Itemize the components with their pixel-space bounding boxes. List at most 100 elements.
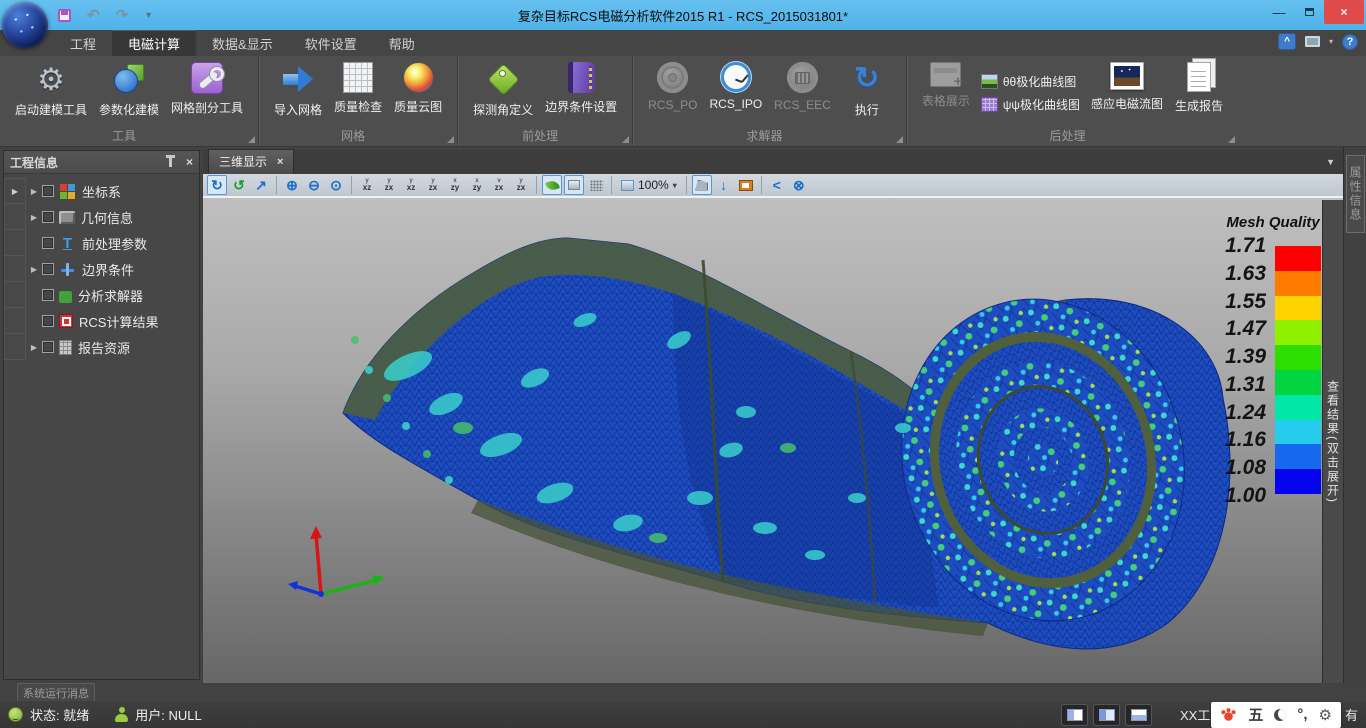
zoom-out-icon[interactable]: ⊖ bbox=[304, 175, 324, 195]
view-left-icon[interactable]: yxz bbox=[401, 175, 421, 195]
tree-checkbox[interactable] bbox=[42, 211, 54, 223]
psi-polarization-curve-button[interactable]: ψψ极化曲线图 bbox=[981, 96, 1080, 113]
menu-tab-data-display[interactable]: 数据&显示 bbox=[196, 30, 289, 56]
share-icon[interactable]: < bbox=[767, 175, 787, 195]
ribbon-group-expand-icon[interactable] bbox=[896, 136, 903, 143]
view-back-icon[interactable]: yzx bbox=[379, 175, 399, 195]
close-view-icon[interactable]: ⊗ bbox=[789, 175, 809, 195]
rotate-icon[interactable]: ↻ bbox=[207, 175, 227, 195]
ribbon-group-expand-icon[interactable] bbox=[248, 136, 255, 143]
panel-close-icon[interactable]: × bbox=[186, 155, 193, 169]
view-iso2-icon[interactable]: yzx bbox=[511, 175, 531, 195]
ribbon-group-expand-icon[interactable] bbox=[1228, 136, 1235, 143]
smooth-shading-icon[interactable] bbox=[542, 175, 562, 195]
system-messages-tab[interactable]: 系统运行消息 bbox=[17, 683, 95, 701]
results-collapsed-panel[interactable]: 查看结果(双击展开) bbox=[1322, 200, 1343, 683]
wubi-label[interactable]: 五 bbox=[1248, 704, 1263, 725]
punctuation-label[interactable]: °, bbox=[1297, 706, 1307, 723]
parametric-modeling-button[interactable]: 参数化建模 bbox=[94, 60, 164, 126]
tree-checkbox[interactable] bbox=[42, 315, 54, 327]
tree-checkbox[interactable] bbox=[42, 237, 54, 249]
legend-color-band bbox=[1275, 271, 1321, 296]
view-right-icon[interactable]: yzx bbox=[423, 175, 443, 195]
ribbon-group-expand-icon[interactable] bbox=[622, 136, 629, 143]
3d-canvas[interactable]: Mesh Quality 1.711.631.551.471.391.311.2… bbox=[203, 198, 1343, 683]
zoom-in-icon[interactable]: ⊕ bbox=[282, 175, 302, 195]
view-iso1-icon[interactable]: vzx bbox=[489, 175, 509, 195]
tree-checkbox[interactable] bbox=[42, 289, 54, 301]
help-icon[interactable]: ? bbox=[1342, 34, 1358, 50]
zoom-level-display[interactable]: 100%▾ bbox=[617, 175, 681, 195]
meshing-tool-button[interactable]: 网格剖分工具 bbox=[166, 60, 248, 126]
menu-tab-software-settings[interactable]: 软件设置 bbox=[289, 30, 373, 56]
tree-checkbox[interactable] bbox=[42, 185, 54, 197]
slides-icon[interactable] bbox=[736, 175, 756, 195]
wireframe-dots-icon[interactable] bbox=[586, 175, 606, 195]
ime-toolbar[interactable]: 五 °, ⚙ bbox=[1211, 702, 1341, 728]
undo-icon[interactable]: ↶ bbox=[87, 8, 100, 23]
tree-item-rcs-results[interactable]: RCS计算结果 bbox=[4, 308, 199, 334]
tree-item-preprocess-params[interactable]: 前处理参数 bbox=[4, 230, 199, 256]
expand-arrow-icon[interactable]: ▶ bbox=[26, 265, 42, 274]
restore-button[interactable] bbox=[1294, 0, 1324, 24]
pin-icon[interactable] bbox=[169, 158, 172, 167]
orbit-icon[interactable]: ↺ bbox=[229, 175, 249, 195]
tree-checkbox[interactable] bbox=[42, 341, 54, 353]
quality-cloud-button[interactable]: 质量云图 bbox=[389, 60, 447, 126]
induced-current-map-button[interactable]: 感应电磁流图 bbox=[1086, 60, 1168, 126]
generate-report-button[interactable]: 生成报告 bbox=[1170, 60, 1228, 126]
screenshot-down-icon[interactable]: ↓ bbox=[714, 175, 734, 195]
legend-color-band bbox=[1275, 345, 1321, 370]
boundary-condition-setting-button[interactable]: 边界条件设置 bbox=[540, 60, 622, 126]
tree-checkbox[interactable] bbox=[42, 263, 54, 275]
tree-item-analysis-solver[interactable]: 分析求解器 bbox=[4, 282, 199, 308]
view-front-icon[interactable]: yxz bbox=[357, 175, 377, 195]
menu-tab-em-compute[interactable]: 电磁计算 bbox=[112, 30, 196, 56]
title-bar[interactable]: ↶ ↷ ▼ 复杂目标RCS电磁分析软件2015 R1 - RCS_2015031… bbox=[0, 0, 1366, 30]
viewport-tab-3d-display[interactable]: 三维显示 × bbox=[208, 149, 294, 174]
theta-polarization-curve-button[interactable]: θθ极化曲线图 bbox=[981, 73, 1080, 90]
tree-item-coordinate-system[interactable]: ▶▶坐标系 bbox=[4, 178, 199, 204]
collapse-ribbon-icon[interactable]: ^ bbox=[1278, 33, 1296, 50]
import-mesh-button[interactable]: 导入网格 bbox=[269, 60, 327, 126]
rcs-ipo-button[interactable]: RCS_IPO bbox=[704, 60, 767, 126]
tree-item-geometry-info[interactable]: ▶几何信息 bbox=[4, 204, 199, 230]
window-style-icon[interactable] bbox=[1305, 36, 1320, 47]
layout-left-icon[interactable] bbox=[1061, 704, 1088, 726]
view-bottom-icon[interactable]: xzy bbox=[467, 175, 487, 195]
qat-dropdown-icon[interactable]: ▼ bbox=[144, 10, 153, 20]
viewport-tab-close-icon[interactable]: × bbox=[277, 156, 283, 168]
sogou-paw-icon[interactable] bbox=[1220, 706, 1237, 723]
quality-check-button[interactable]: 质量检查 bbox=[329, 60, 387, 126]
mesh-model[interactable] bbox=[203, 198, 1322, 683]
flat-shading-icon[interactable] bbox=[564, 175, 584, 195]
layout-bottom-icon[interactable] bbox=[1125, 704, 1152, 726]
property-info-tab[interactable]: 属性信息 bbox=[1346, 155, 1365, 233]
zoom-level-dropdown-icon[interactable]: ▾ bbox=[673, 181, 677, 190]
zoom-fit-icon[interactable]: ⊙ bbox=[326, 175, 346, 195]
clip-plane-icon[interactable] bbox=[692, 175, 712, 195]
ribbon-group-expand-icon[interactable] bbox=[447, 136, 454, 143]
save-icon[interactable] bbox=[58, 9, 71, 22]
start-modeling-tool-button[interactable]: 启动建模工具 bbox=[10, 60, 92, 126]
moon-icon[interactable] bbox=[1274, 709, 1286, 721]
execute-button[interactable]: 执行 bbox=[838, 60, 896, 126]
window-style-dropdown-icon[interactable]: ▾ bbox=[1329, 37, 1333, 46]
menu-tab-help[interactable]: 帮助 bbox=[373, 30, 431, 56]
probe-angle-define-button[interactable]: 探测角定义 bbox=[468, 60, 538, 126]
app-logo-icon[interactable] bbox=[2, 2, 48, 48]
pan-icon[interactable]: ↗ bbox=[251, 175, 271, 195]
viewport-tab-list-icon[interactable]: ▼ bbox=[1326, 157, 1335, 167]
expand-arrow-icon[interactable]: ▶ bbox=[26, 343, 42, 352]
expand-arrow-icon[interactable]: ▶ bbox=[26, 187, 42, 196]
expand-arrow-icon[interactable]: ▶ bbox=[26, 213, 42, 222]
redo-icon[interactable]: ↷ bbox=[116, 8, 129, 23]
tree-item-report-resources[interactable]: ▶报告资源 bbox=[4, 334, 199, 360]
close-button[interactable]: × bbox=[1324, 0, 1364, 24]
gear-icon[interactable]: ⚙ bbox=[1319, 706, 1332, 724]
tree-item-boundary-conditions[interactable]: ▶边界条件 bbox=[4, 256, 199, 282]
layout-left-selected-icon[interactable] bbox=[1093, 704, 1120, 726]
view-top-icon[interactable]: xzy bbox=[445, 175, 465, 195]
menu-tab-project[interactable]: 工程 bbox=[54, 30, 112, 56]
minimize-button[interactable]: — bbox=[1264, 0, 1294, 24]
